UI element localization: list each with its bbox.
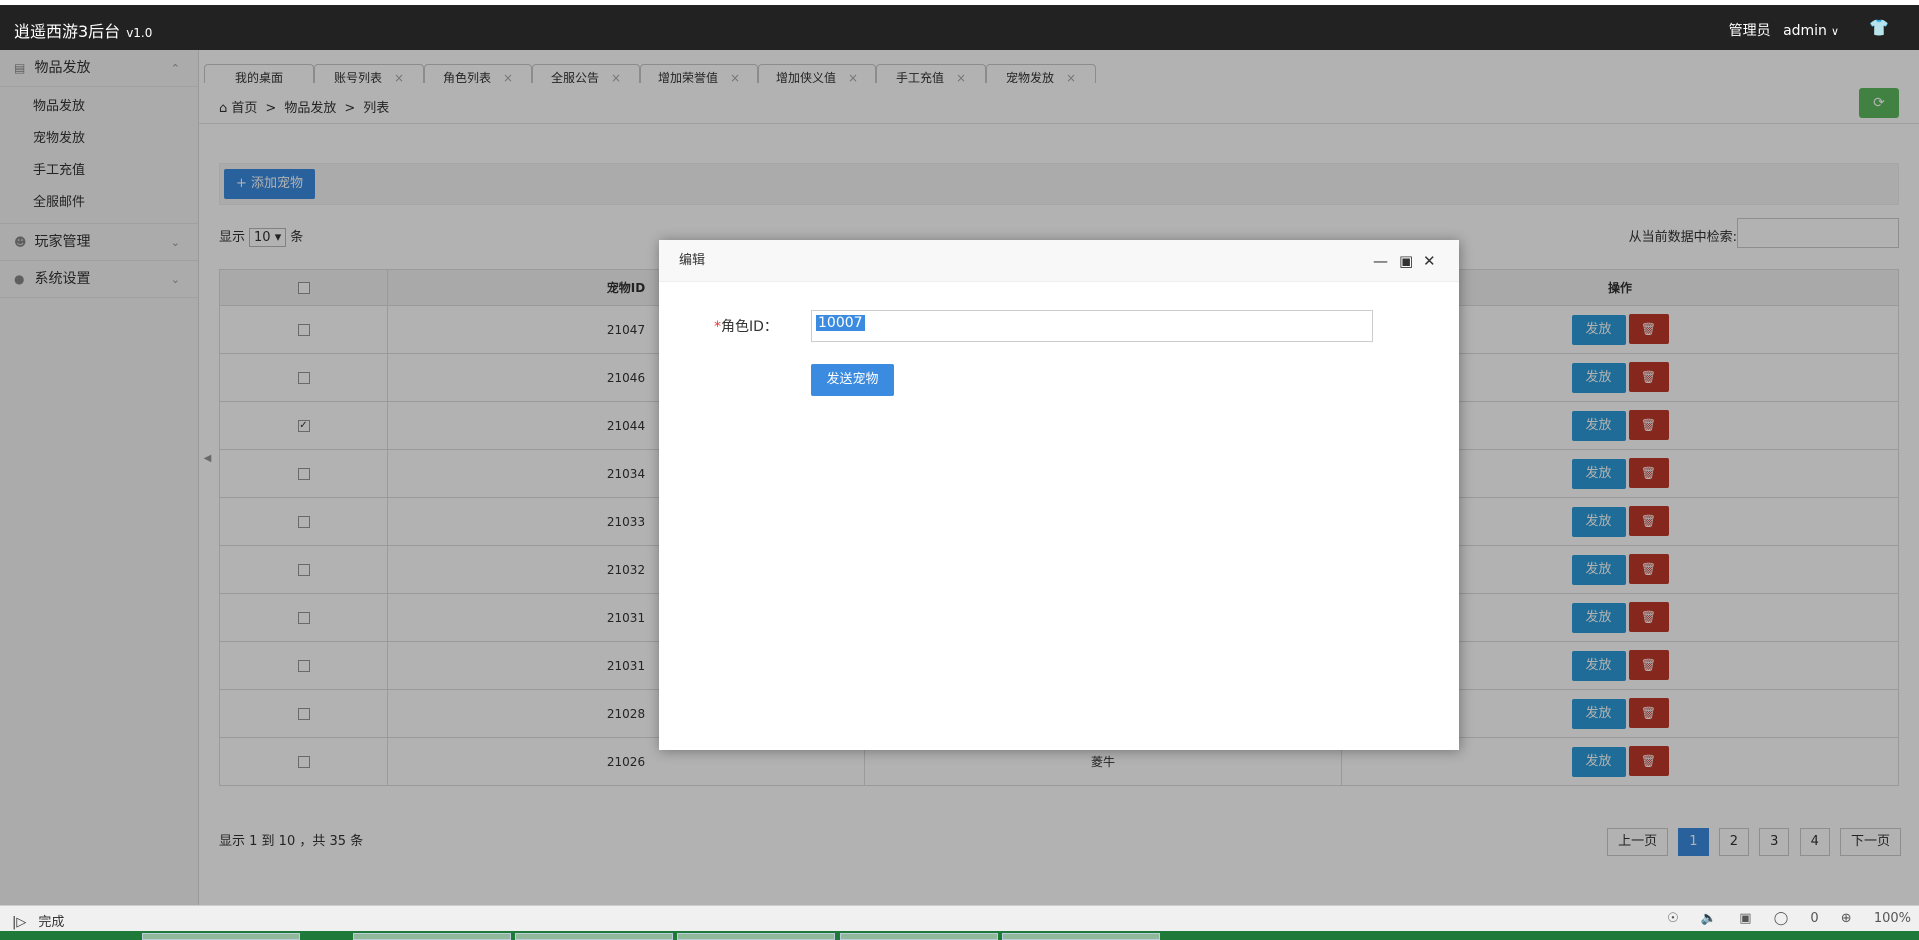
chevron-down-icon: ∨	[1830, 25, 1839, 38]
send-pet-button[interactable]: 发送宠物	[811, 364, 894, 396]
top-bar: 逍遥西游3后台 v1.0 管理员 admin ∨ 👕	[0, 5, 1919, 50]
shirt-icon[interactable]: 👕	[1869, 18, 1889, 37]
required-mark: *	[714, 319, 721, 335]
username: admin	[1783, 23, 1827, 39]
user-role: 管理员	[1728, 23, 1771, 39]
taskbar-item[interactable]	[1002, 933, 1160, 940]
maximize-icon[interactable]: ▣	[1399, 240, 1413, 282]
role-id-value: 10007	[816, 315, 865, 331]
role-id-input[interactable]: 10007	[811, 310, 1373, 342]
speaker-icon[interactable]: 🔈	[1701, 911, 1717, 926]
taskbar-item[interactable]	[515, 933, 673, 940]
edit-modal: 编辑 — ▣ ✕ *角色ID： 10007 发送宠物	[659, 240, 1459, 750]
close-icon[interactable]: ✕	[1423, 240, 1436, 282]
status-text: 完成	[38, 915, 65, 930]
status-bar: |▷ 完成 ☉ 🔈 ▣ ◯ 0 ⊕ 100%	[0, 905, 1919, 931]
adblock-icon[interactable]: ◯ 0	[1774, 911, 1819, 926]
adblock-count: 0	[1810, 911, 1819, 926]
zoom-level: 100%	[1873, 911, 1911, 926]
taskbar-item[interactable]	[677, 933, 835, 940]
taskbar	[0, 931, 1919, 940]
status-left: |▷ 完成	[12, 911, 64, 930]
minimize-icon[interactable]: —	[1373, 240, 1388, 282]
app-title: 逍遥西游3后台	[14, 22, 121, 41]
modal-header: 编辑 — ▣ ✕	[659, 240, 1459, 282]
taskbar-item[interactable]	[142, 933, 300, 940]
play-icon[interactable]: |▷	[12, 915, 26, 930]
zoom-icon[interactable]: ⊕ 100%	[1841, 911, 1911, 926]
user-menu[interactable]: 管理员 admin ∨	[1729, 20, 1839, 40]
app-version: v1.0	[126, 26, 153, 40]
role-id-label-text: 角色ID：	[721, 319, 778, 335]
status-right: ☉ 🔈 ▣ ◯ 0 ⊕ 100%	[1649, 911, 1911, 926]
app-brand: 逍遥西游3后台 v1.0	[14, 18, 152, 42]
gift-icon[interactable]: ▣	[1739, 911, 1751, 926]
taskbar-item[interactable]	[353, 933, 511, 940]
role-id-label: *角色ID：	[714, 316, 778, 336]
shield-icon[interactable]: ☉	[1667, 911, 1679, 926]
taskbar-item[interactable]	[840, 933, 998, 940]
modal-title: 编辑	[679, 253, 706, 268]
